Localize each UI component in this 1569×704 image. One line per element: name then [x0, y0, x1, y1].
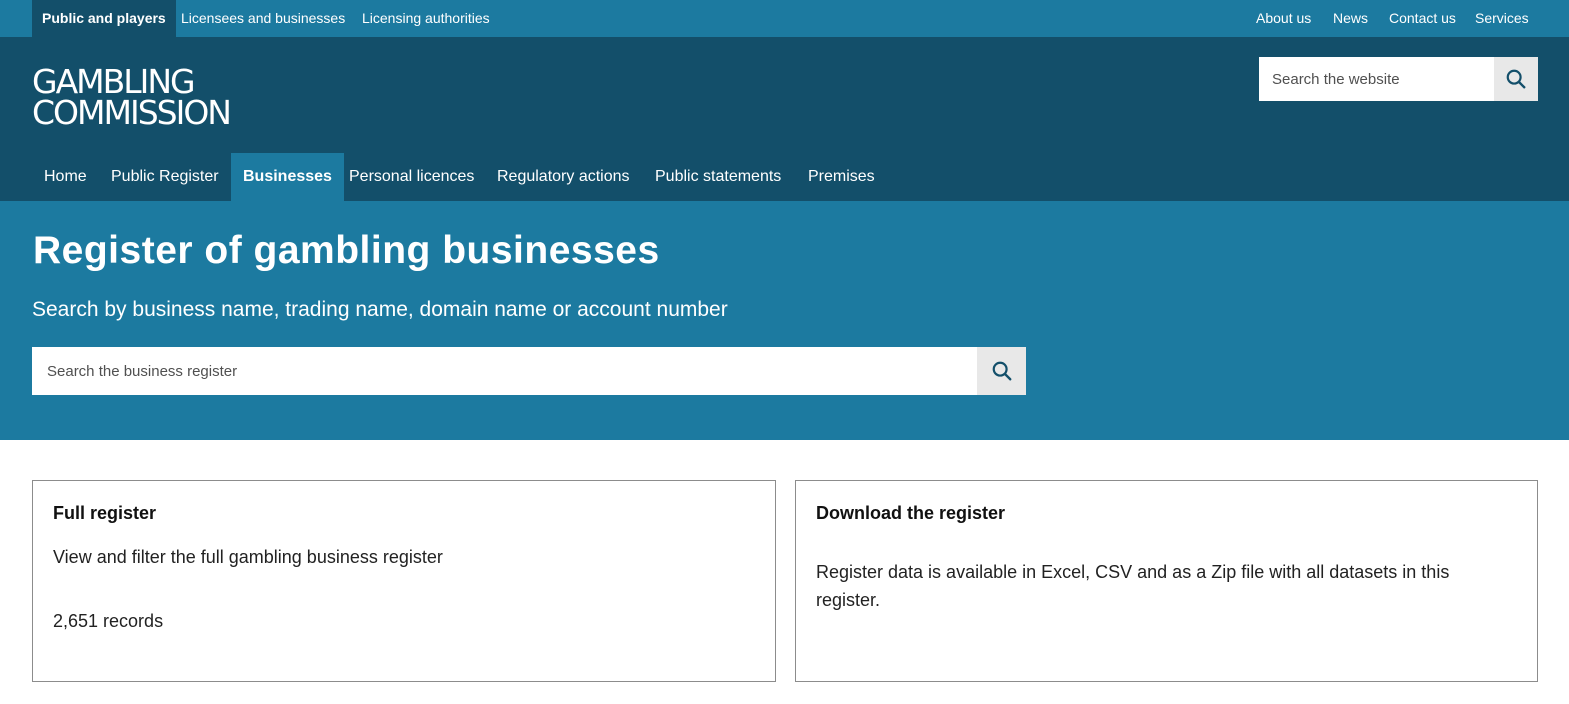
nav-personal-licences[interactable]: Personal licences [349, 153, 474, 201]
site-search-input[interactable] [1259, 57, 1494, 101]
nav-businesses[interactable]: Businesses [231, 153, 344, 201]
page-title: Register of gambling businesses [33, 229, 660, 272]
download-register-description: Register data is available in Excel, CSV… [816, 562, 1450, 610]
audience-bar: Public and players Licensees and busines… [0, 0, 1569, 37]
news-link[interactable]: News [1333, 0, 1368, 37]
site-search [1259, 57, 1538, 101]
nav-public-statements[interactable]: Public statements [655, 153, 781, 201]
download-register-card[interactable]: Download the register Register data is a… [795, 480, 1538, 682]
nav-public-register[interactable]: Public Register [111, 153, 219, 201]
site-header: GAMBLING COMMISSION Home Public Register… [0, 37, 1569, 201]
search-icon [1506, 69, 1526, 89]
business-register-search [32, 347, 1026, 395]
audience-tab-licensing-authorities[interactable]: Licensing authorities [362, 0, 490, 37]
full-register-title[interactable]: Full register [53, 503, 156, 524]
contact-us-link[interactable]: Contact us [1389, 0, 1456, 37]
nav-home[interactable]: Home [44, 153, 87, 201]
nav-premises[interactable]: Premises [808, 153, 875, 201]
about-us-link[interactable]: About us [1256, 0, 1311, 37]
gambling-commission-logo[interactable]: GAMBLING COMMISSION [32, 65, 232, 132]
download-register-title[interactable]: Download the register [816, 503, 1005, 524]
site-search-button[interactable] [1494, 57, 1538, 101]
full-register-card[interactable]: Full register View and filter the full g… [32, 480, 776, 682]
audience-tab-licensees-and-businesses[interactable]: Licensees and businesses [181, 0, 345, 37]
page-subtitle: Search by business name, trading name, d… [32, 298, 728, 321]
hero-banner: Register of gambling businesses Search b… [0, 201, 1569, 440]
business-register-search-button[interactable] [977, 347, 1026, 395]
services-link[interactable]: Services [1475, 0, 1529, 37]
business-register-search-input[interactable] [32, 347, 976, 395]
search-icon [992, 361, 1011, 381]
audience-tab-public-and-players[interactable]: Public and players [32, 0, 176, 37]
record-count: 2,651 records [53, 611, 164, 631]
logo-line-2: COMMISSION [32, 93, 232, 132]
full-register-description: View and filter the full gambling busine… [53, 547, 443, 567]
nav-regulatory-actions[interactable]: Regulatory actions [497, 153, 630, 201]
